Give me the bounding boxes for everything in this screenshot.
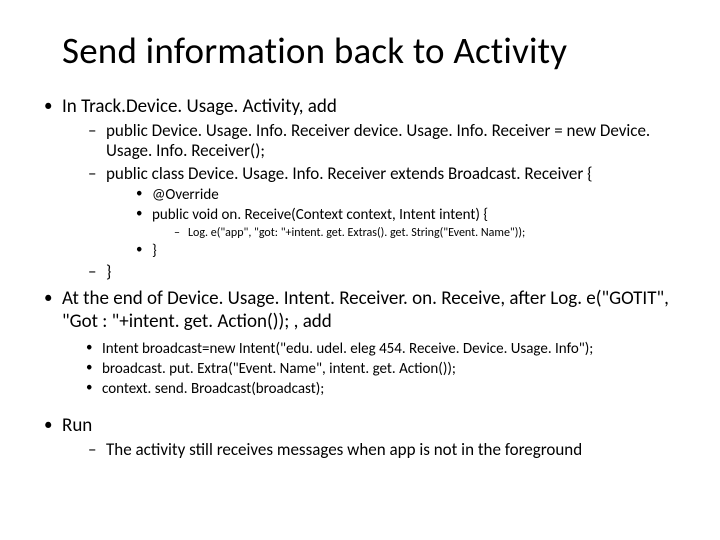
- list-item: The activity still receives messages whe…: [84, 440, 680, 460]
- text: Log. e("app", "got: "+intent. get. Extra…: [188, 226, 525, 240]
- text: public void on. Receive(Context context,…: [152, 206, 488, 224]
- text: context. send. Broadcast(broadcast);: [102, 380, 324, 398]
- slide: Send information back to Activity In Tra…: [0, 0, 720, 540]
- list-item: broadcast. put. Extra("Event. Name", int…: [84, 360, 680, 378]
- list-item: Log. e("app", "got: "+intent. get. Extra…: [172, 226, 680, 240]
- text: public class Device. Usage. Info. Receiv…: [106, 163, 592, 184]
- text: public Device. Usage. Info. Receiver dev…: [106, 120, 650, 161]
- list-item: context. send. Broadcast(broadcast);: [84, 380, 680, 398]
- text: The activity still receives messages whe…: [106, 439, 582, 460]
- text: }: [106, 261, 111, 282]
- list-item: Run The activity still receives messages…: [40, 414, 680, 460]
- text: @Override: [152, 186, 219, 204]
- list-item: Intent broadcast=new Intent("edu. udel. …: [84, 340, 680, 358]
- bullet-list: In Track.Device. Usage. Activity, add pu…: [40, 95, 680, 460]
- list-item: }: [134, 242, 680, 260]
- text: Intent broadcast=new Intent("edu. udel. …: [102, 340, 593, 358]
- slide-title: Send information back to Activity: [62, 28, 680, 73]
- list-item: }: [84, 262, 680, 282]
- text: }: [152, 242, 157, 260]
- list-item: In Track.Device. Usage. Activity, add pu…: [40, 95, 680, 283]
- text: In Track.Device. Usage. Activity, add: [62, 95, 337, 118]
- text: Run: [62, 414, 92, 437]
- list-item: public void on. Receive(Context context,…: [134, 206, 680, 240]
- list-item: At the end of Device. Usage. Intent. Rec…: [40, 287, 680, 399]
- text: At the end of Device. Usage. Intent. Rec…: [62, 287, 669, 334]
- list-item: public class Device. Usage. Info. Receiv…: [84, 164, 680, 261]
- list-item: public Device. Usage. Info. Receiver dev…: [84, 121, 680, 162]
- text: broadcast. put. Extra("Event. Name", int…: [102, 360, 456, 378]
- list-item: @Override: [134, 186, 680, 204]
